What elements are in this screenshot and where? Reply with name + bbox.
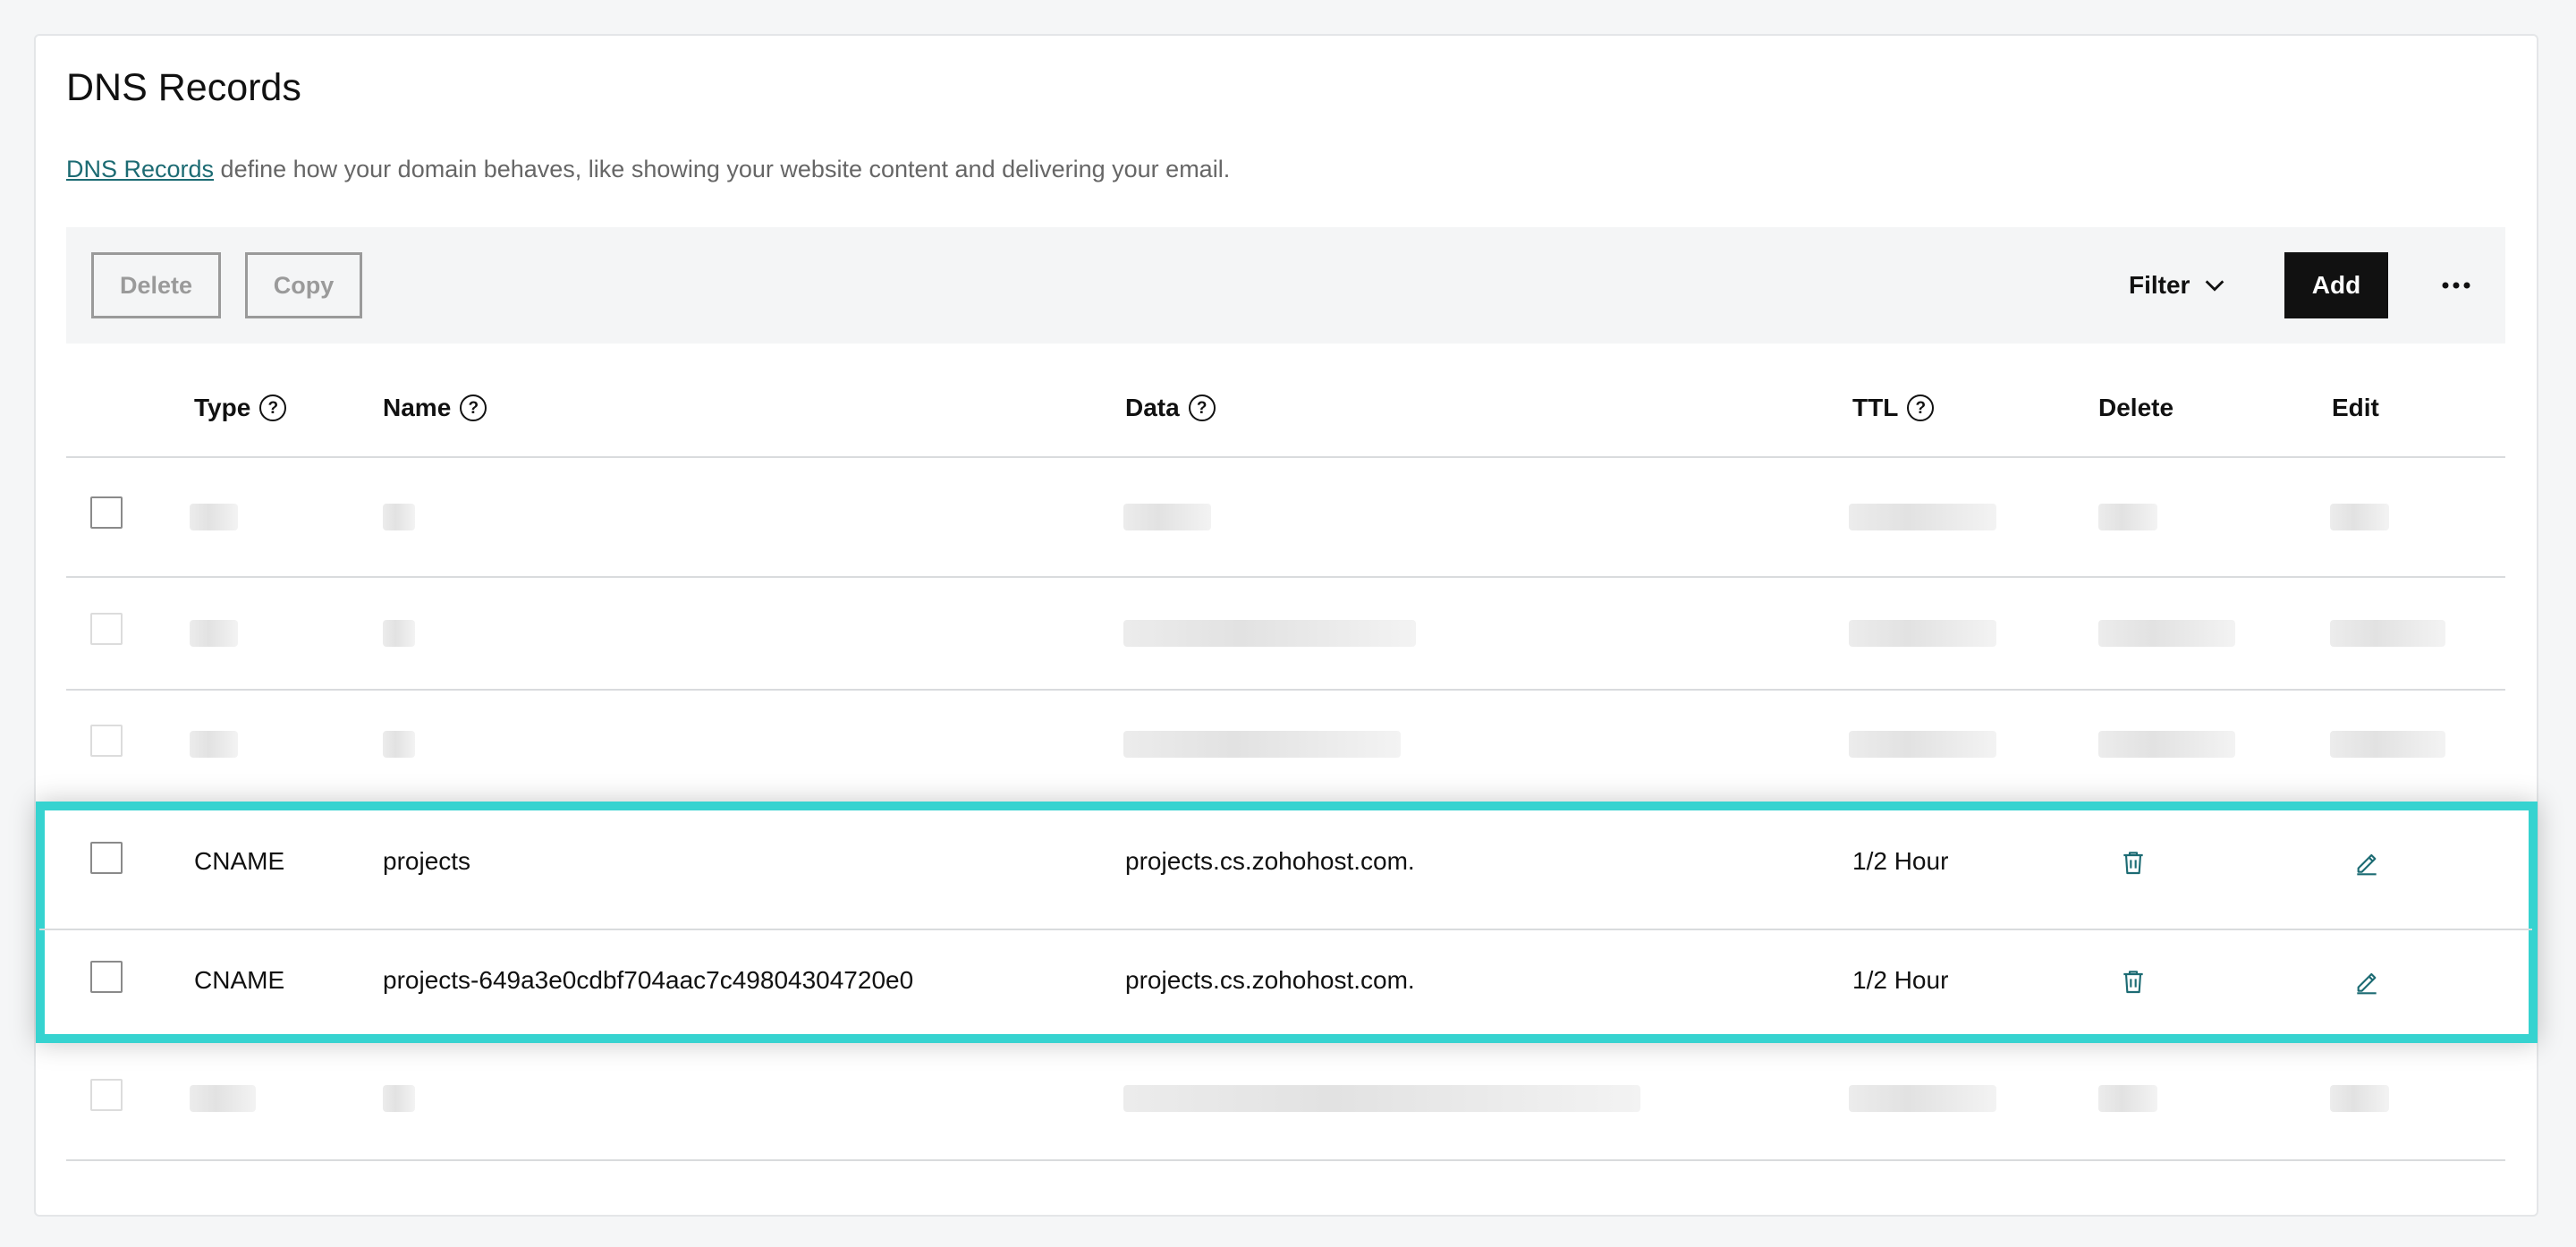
skeleton-placeholder	[190, 1085, 256, 1112]
record-data: projects.cs.zohohost.com.	[1125, 966, 1415, 994]
column-header-type: Type ?	[194, 394, 287, 422]
question-circle-icon[interactable]: ?	[1907, 394, 1935, 421]
column-header-name: Name ?	[383, 394, 487, 422]
skeleton-placeholder	[2330, 731, 2445, 758]
row-checkbox[interactable]	[90, 496, 123, 529]
table-bottom-divider	[66, 1159, 2505, 1161]
row-checkbox[interactable]	[90, 1079, 123, 1111]
trash-icon	[2123, 852, 2143, 875]
column-header-data-label: Data	[1125, 394, 1180, 421]
pencil-icon	[2357, 853, 2377, 876]
skeleton-placeholder	[1849, 620, 1996, 647]
skeleton-placeholder	[2330, 504, 2389, 530]
filter-label: Filter	[2129, 271, 2190, 299]
column-header-edit-label: Edit	[2332, 394, 2379, 421]
skeleton-placeholder	[2098, 731, 2235, 758]
skeleton-placeholder	[1123, 504, 1211, 530]
page-title: DNS Records	[66, 66, 301, 109]
delete-record-button[interactable]	[2117, 846, 2149, 878]
skeleton-placeholder	[2098, 620, 2235, 647]
row-divider	[66, 689, 2505, 691]
highlighted-records	[36, 802, 2538, 1043]
chevron-down-icon	[2206, 280, 2224, 292]
question-circle-icon[interactable]: ?	[259, 394, 287, 421]
row-checkbox[interactable]	[90, 725, 123, 757]
more-options-button[interactable]	[2429, 252, 2483, 318]
record-type: CNAME	[194, 966, 285, 994]
skeleton-placeholder	[190, 504, 238, 530]
filter-dropdown[interactable]: Filter	[2129, 252, 2227, 318]
delete-record-button[interactable]	[2117, 965, 2149, 997]
skeleton-placeholder	[2098, 1085, 2157, 1112]
column-header-delete-label: Delete	[2098, 394, 2174, 421]
dns-records-link[interactable]: DNS Records	[66, 156, 214, 182]
skeleton-placeholder	[383, 620, 415, 647]
delete-button[interactable]: Delete	[91, 252, 221, 318]
page-description: DNS Records define how your domain behav…	[66, 156, 1230, 183]
skeleton-placeholder	[383, 1085, 415, 1112]
skeleton-placeholder	[1849, 1085, 1996, 1112]
copy-button[interactable]: Copy	[245, 252, 362, 318]
skeleton-placeholder	[383, 731, 415, 758]
record-type: CNAME	[194, 847, 285, 875]
description-text: define how your domain behaves, like sho…	[214, 156, 1231, 182]
column-header-name-label: Name	[383, 394, 452, 421]
column-header-edit: Edit	[2332, 394, 2379, 422]
row-divider	[66, 576, 2505, 578]
row-checkbox[interactable]	[90, 842, 123, 874]
pencil-icon	[2357, 972, 2377, 995]
skeleton-placeholder	[2330, 1085, 2389, 1112]
skeleton-placeholder	[1849, 731, 1996, 758]
column-header-ttl-label: TTL	[1852, 394, 1899, 421]
record-name: projects-649a3e0cdbf704aac7c49804304720e…	[383, 966, 914, 994]
row-checkbox[interactable]	[90, 961, 123, 993]
skeleton-placeholder	[2330, 620, 2445, 647]
column-header-type-label: Type	[194, 394, 251, 421]
question-circle-icon[interactable]: ?	[1188, 394, 1216, 421]
skeleton-placeholder	[1123, 1085, 1640, 1112]
column-header-ttl: TTL ?	[1852, 394, 1935, 422]
skeleton-placeholder	[1123, 731, 1401, 758]
header-divider	[66, 456, 2505, 458]
record-name: projects	[383, 847, 471, 875]
column-header-data: Data ?	[1125, 394, 1216, 422]
skeleton-placeholder	[1849, 504, 1996, 530]
records-toolbar: Delete Copy Filter Add	[66, 227, 2505, 344]
skeleton-placeholder	[2098, 504, 2157, 530]
skeleton-placeholder	[383, 504, 415, 530]
edit-record-button[interactable]	[2351, 965, 2383, 997]
trash-icon	[2123, 971, 2143, 994]
add-button[interactable]: Add	[2284, 252, 2388, 318]
row-checkbox[interactable]	[90, 613, 123, 645]
ellipsis-icon	[2442, 282, 2470, 289]
skeleton-placeholder	[190, 620, 238, 647]
row-divider	[39, 929, 2532, 930]
edit-record-button[interactable]	[2351, 846, 2383, 878]
question-circle-icon[interactable]: ?	[460, 394, 487, 421]
record-ttl: 1/2 Hour	[1852, 847, 1949, 875]
skeleton-placeholder	[1123, 620, 1416, 647]
column-header-delete: Delete	[2098, 394, 2174, 422]
record-data: projects.cs.zohohost.com.	[1125, 847, 1415, 875]
skeleton-placeholder	[190, 731, 238, 758]
record-ttl: 1/2 Hour	[1852, 966, 1949, 994]
